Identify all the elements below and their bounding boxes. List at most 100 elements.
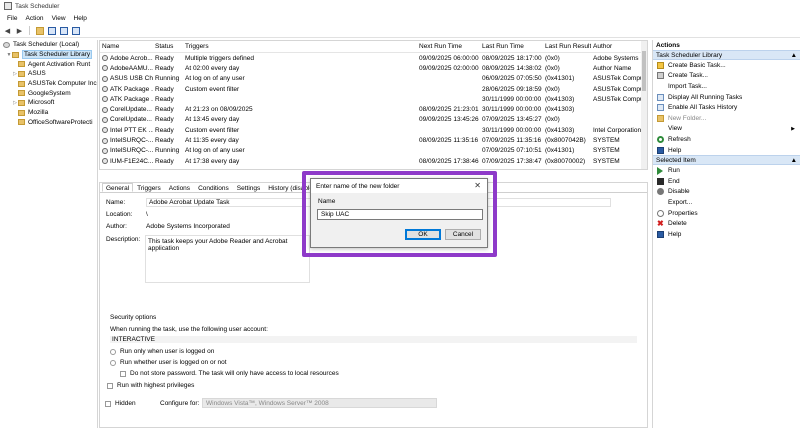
scrollbar-thumb[interactable] <box>642 51 646 91</box>
column-header-name[interactable]: Name <box>100 43 153 50</box>
column-header-next-run[interactable]: Next Run Time <box>417 43 480 50</box>
checkbox-hidden[interactable]: Hidden <box>105 400 136 407</box>
action-delete[interactable]: ✖ Delete <box>653 218 800 229</box>
properties-icon[interactable] <box>47 26 56 35</box>
actions-section-selected[interactable]: Selected Item ▲ <box>653 155 800 166</box>
chevron-right-icon: ▶ <box>791 125 795 132</box>
tree-folder[interactable]: ▷ ASUS <box>0 69 97 79</box>
task-cell: At 11:35 every day <box>185 137 239 145</box>
task-name-cell: ATK Package ... <box>100 86 153 93</box>
task-cell: (0x41303) <box>545 106 575 114</box>
radio-whether-logged-on[interactable]: Run whether user is logged on or not <box>110 359 227 366</box>
action-export[interactable]: Export... <box>653 197 800 208</box>
folder-icon <box>18 99 25 106</box>
task-cell: At 13:45 every day <box>185 116 240 124</box>
action-create-task[interactable]: Create Task... <box>653 71 800 82</box>
tree-folder-label: Agent Activation Runt <box>28 60 91 68</box>
tab-actions[interactable]: Actions <box>165 183 194 192</box>
configure-for-select[interactable]: Windows Vista™, Windows Server™ 2008 <box>202 398 437 408</box>
author-value: Adobe Systems Incorporated <box>146 223 230 230</box>
table-row[interactable]: IntelSURQC-... Ready At 11:35 every day 08/… <box>100 135 647 145</box>
task-name-text: Adobe Acrob... <box>110 54 153 62</box>
task-cell: 08/09/2025 17:38:46 <box>419 157 479 165</box>
table-row[interactable]: AdobeAAMU... Ready At 02:00 every day 09/09… <box>100 63 647 73</box>
tab-settings[interactable]: Settings <box>233 183 265 192</box>
action-help[interactable]: Help <box>653 145 800 156</box>
action-label: Refresh <box>668 135 691 143</box>
table-row[interactable]: ATK Package ... Ready Custom event filter 2… <box>100 84 647 94</box>
table-row[interactable]: IntelSURQC-... Running At log on of any us… <box>100 146 647 156</box>
column-header-author[interactable]: Author <box>591 43 647 50</box>
task-cell: Ready <box>155 157 174 165</box>
task-list-scrollbar[interactable] <box>641 41 647 169</box>
task-cell: Running <box>155 147 180 155</box>
menu-help[interactable]: Help <box>70 15 91 22</box>
checkbox-highest-privileges[interactable]: Run with highest privileges <box>107 382 194 389</box>
tree-folder[interactable]: ▷ Microsoft <box>0 98 97 108</box>
tree-root[interactable]: Task Scheduler (Local) <box>0 40 97 50</box>
column-header-last-result[interactable]: Last Run Result <box>543 43 591 50</box>
task-name-cell: ATK Package ... <box>100 96 153 103</box>
action-import-task[interactable]: Import Task... <box>653 81 800 92</box>
action-help-selected[interactable]: Help <box>653 229 800 240</box>
panel-icon[interactable] <box>71 26 80 35</box>
table-row[interactable]: CorelUpdate... Ready At 13:45 every day 09/… <box>100 115 647 125</box>
task-cell: (0x0) <box>545 64 560 72</box>
menu-view[interactable]: View <box>48 15 70 22</box>
table-row[interactable]: ATK Package ... Ready 30/11/1999 00:00:00(… <box>100 94 647 104</box>
table-row[interactable]: IUM-F1E24C... Ready At 17:38 every day 08/0… <box>100 156 647 166</box>
folder-icon[interactable] <box>35 26 44 35</box>
back-arrow-icon[interactable]: ◀ <box>3 26 12 35</box>
action-enable-history[interactable]: Enable All Tasks History <box>653 102 800 113</box>
action-disable[interactable]: Disable <box>653 187 800 198</box>
task-name-cell: ASUS USB Ch... <box>100 75 153 82</box>
action-label: Export... <box>668 198 693 206</box>
column-header-status[interactable]: Status <box>153 43 183 50</box>
task-name-cell: IntelSURQC-... <box>100 147 153 154</box>
checkbox-no-password[interactable]: Do not store password. The task will onl… <box>120 370 339 377</box>
tree-folder[interactable]: GoogleSystem <box>0 88 97 98</box>
table-row[interactable]: ASUS USB Ch...Running At log on of any us… <box>100 74 647 84</box>
tree-item-library[interactable]: ▼ Task Scheduler Library <box>0 50 97 60</box>
action-view[interactable]: View ▶ <box>653 124 800 135</box>
task-name-text: IntelSURQC-... <box>110 137 153 145</box>
action-end[interactable]: End <box>653 176 800 187</box>
column-header-last-run[interactable]: Last Run Time <box>480 43 543 50</box>
radio-logged-on[interactable]: Run only when user is logged on <box>110 348 214 355</box>
task-cell: 08/09/2025 14:38:02 <box>482 64 542 72</box>
action-display-running[interactable]: Display All Running Tasks <box>653 92 800 103</box>
help-icon[interactable] <box>59 26 68 35</box>
action-create-basic-task[interactable]: Create Basic Task... <box>653 60 800 71</box>
description-field[interactable]: This task keeps your Adobe Reader and Ac… <box>145 235 310 283</box>
column-header-triggers[interactable]: Triggers <box>183 43 417 50</box>
tab-general[interactable]: General <box>102 183 134 192</box>
tree-folder[interactable]: Agent Activation Runt <box>0 59 97 69</box>
action-refresh[interactable]: Refresh <box>653 134 800 145</box>
menu-file[interactable]: File <box>3 15 21 22</box>
task-name-cell: CorelUpdate... <box>100 106 153 113</box>
action-new-folder[interactable]: New Folder... <box>653 113 800 124</box>
table-row[interactable] <box>100 166 647 169</box>
action-label: Enable All Tasks History <box>668 104 738 112</box>
action-label: Disable <box>668 188 690 196</box>
table-row[interactable]: CorelUpdate... Ready At 21:23 on 08/09/202… <box>100 104 647 114</box>
task-name-cell: IUM-F1E24C... <box>100 158 153 165</box>
task-cell: (0x41301) <box>545 75 575 83</box>
forward-arrow-icon[interactable]: ▶ <box>15 26 24 35</box>
task-cell: Author Name <box>593 64 632 72</box>
action-run[interactable]: Run <box>653 165 800 176</box>
menu-action[interactable]: Action <box>21 15 47 22</box>
table-row[interactable]: Adobe Acrob... Ready Multiple triggers def… <box>100 53 647 63</box>
tab-conditions[interactable]: Conditions <box>194 183 233 192</box>
tree-folder[interactable]: OfficeSoftwareProtecti <box>0 118 97 128</box>
actions-section-library[interactable]: Task Scheduler Library ▲ <box>653 50 800 60</box>
task-cell: ASUSTek Compu <box>593 95 644 103</box>
tree-folder[interactable]: ASUSTek Computer Inc <box>0 79 97 89</box>
action-properties[interactable]: Properties <box>653 208 800 219</box>
title-bar: Task Scheduler <box>0 0 800 12</box>
tab-triggers[interactable]: Triggers <box>133 183 165 192</box>
task-cell: 09/09/2025 06:00:00 <box>419 54 479 62</box>
tree-folder[interactable]: Mozilla <box>0 108 97 118</box>
security-prompt: When running the task, use the following… <box>110 326 268 333</box>
table-row[interactable]: Intel PTT EK ... Ready Custom event filter… <box>100 125 647 135</box>
